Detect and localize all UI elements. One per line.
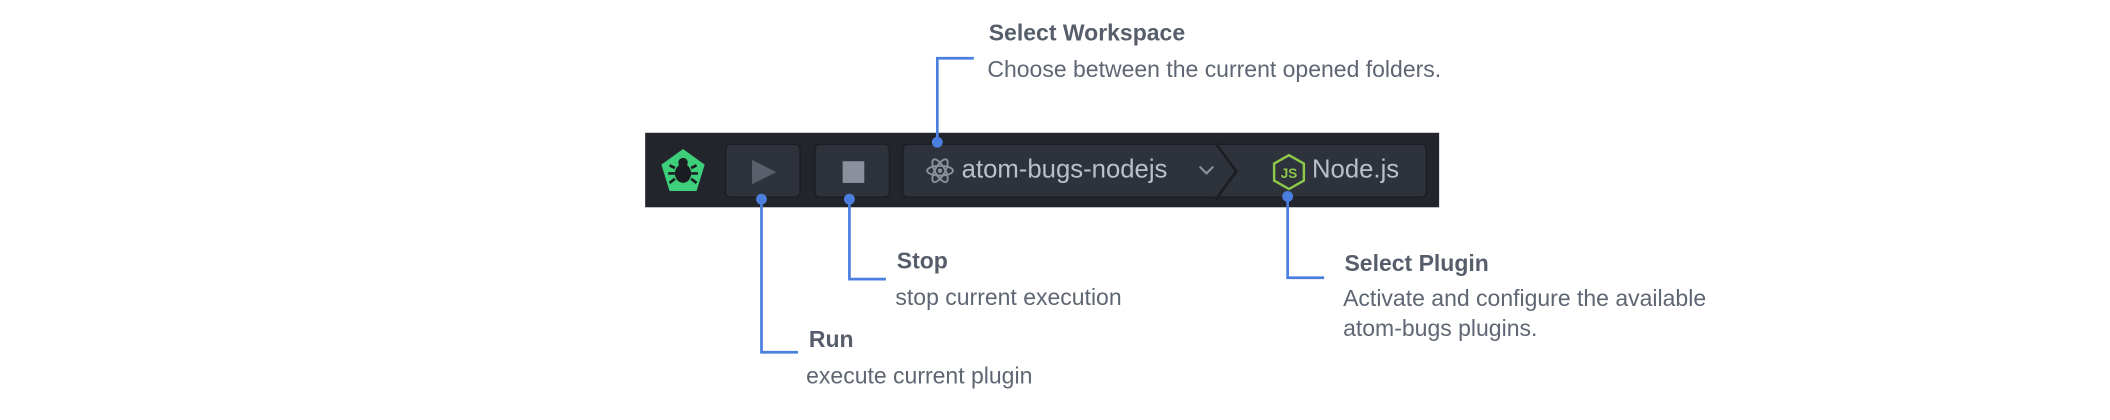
- stop-callout-dot: [844, 193, 855, 205]
- run-callout-dot: [756, 193, 767, 205]
- plugin-callout-dot: [1282, 191, 1294, 202]
- workspace-callout-dot: [931, 136, 943, 148]
- stop-description: stop current execution: [895, 284, 1122, 311]
- select-workspace-title: Select Workspace: [988, 20, 1186, 47]
- run-title: Run: [808, 326, 854, 353]
- run-description: execute current plugin: [806, 363, 1033, 389]
- stop-callout-line: [848, 199, 886, 281]
- run-callout-line: [760, 199, 799, 354]
- select-plugin-description-line2: atom-bugs plugins.: [1343, 315, 1538, 342]
- screenshot-stage: atom-bugs-nodejs JS Node.js Select Works…: [0, 0, 2110, 420]
- select-workspace-description: Choose between the current opened folder…: [987, 56, 1442, 83]
- select-plugin-description-line1: Activate and configure the available: [1343, 285, 1707, 312]
- workspace-callout-line: [935, 56, 974, 143]
- stop-title: Stop: [896, 247, 948, 274]
- plugin-callout-line: [1286, 196, 1325, 280]
- select-plugin-title: Select Plugin: [1344, 250, 1489, 277]
